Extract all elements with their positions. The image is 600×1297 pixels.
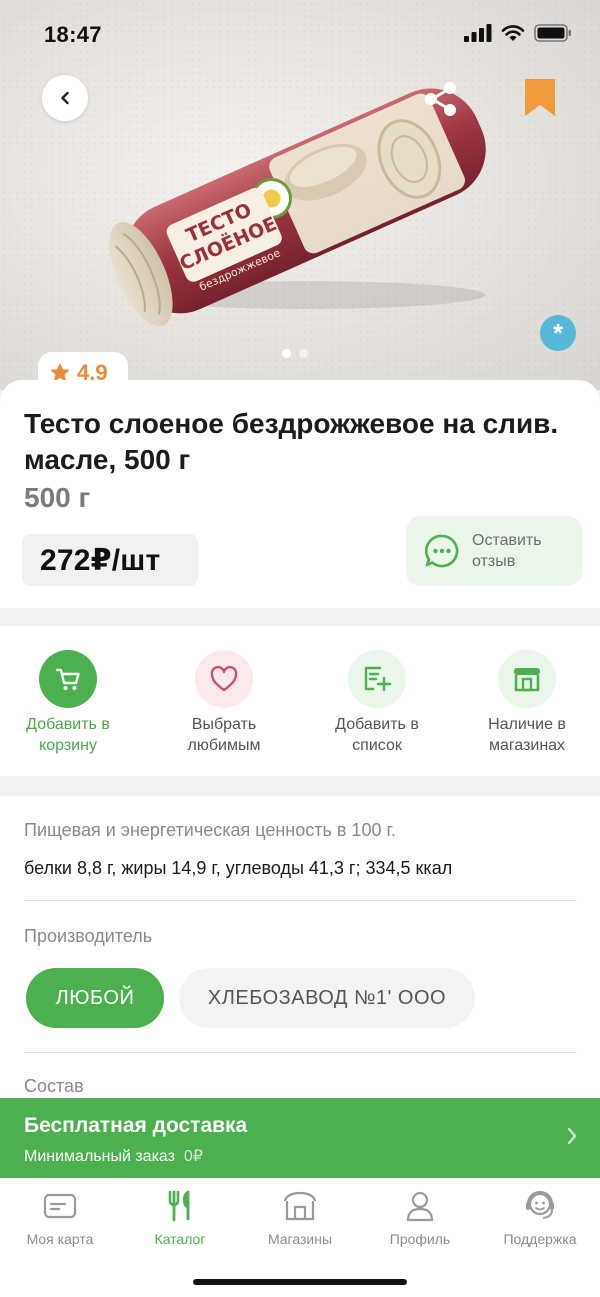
store-availability-label: Наличие в магазинах — [488, 716, 566, 754]
composition-title: Состав — [24, 1076, 84, 1096]
support-icon — [526, 1190, 554, 1219]
profile-icon — [406, 1191, 434, 1222]
manufacturer-chip-any[interactable]: ЛЮБОЙ — [26, 968, 164, 1028]
delivery-min-order-label: Минимальный заказ — [24, 1148, 175, 1165]
add-to-cart-button[interactable]: Добавить в корзину — [3, 650, 133, 756]
product-weight: 500 г — [24, 482, 91, 513]
bookmark-icon — [525, 79, 555, 116]
tab-stores-label: Магазины — [267, 1231, 333, 1247]
back-button[interactable] — [42, 75, 88, 121]
delivery-min-order-amount: 0₽ — [183, 1148, 203, 1165]
gallery-dot — [282, 349, 291, 358]
add-to-list-button[interactable]: Добавить в список — [312, 650, 442, 756]
chevron-left-icon — [61, 91, 69, 105]
divider — [24, 1052, 577, 1053]
battery-icon — [534, 24, 571, 42]
share-icon — [425, 82, 456, 116]
product-actions: Добавить в корзину Выбрать любимым Добав… — [0, 626, 600, 776]
heart-icon — [210, 665, 238, 692]
tab-my-card-label: Моя карта — [26, 1231, 94, 1247]
store-icon-circle — [498, 650, 556, 708]
product-info-card: Тесто слоеное бездрожжевое на слив. масл… — [0, 380, 600, 608]
chevron-right-icon — [567, 1127, 577, 1145]
tab-catalog[interactable]: Каталог — [120, 1188, 240, 1247]
manufacturer-title: Производитель — [24, 926, 153, 946]
tab-support-label: Поддержка — [503, 1231, 577, 1247]
product-image-gallery[interactable]: 18:47 ТЕСТО СЛОЁНОЕ бездрожжевое * — [0, 0, 600, 390]
add-to-cart-label: Добавить в корзину — [26, 716, 110, 754]
list-icon-circle — [348, 650, 406, 708]
divider — [24, 900, 577, 901]
store-icon — [514, 668, 540, 692]
list-add-icon — [364, 666, 392, 692]
share-button[interactable] — [420, 78, 462, 125]
frozen-badge-icon[interactable]: * — [540, 315, 576, 351]
chat-bubble-icon — [424, 534, 459, 568]
tab-profile[interactable]: Профиль — [360, 1188, 480, 1247]
nutrition-title: Пищевая и энергетическая ценность в 100 … — [24, 820, 396, 840]
gallery-pagination — [282, 349, 308, 358]
tab-my-card[interactable]: Моя карта — [0, 1188, 120, 1247]
store-availability-button[interactable]: Наличие в магазинах — [462, 650, 592, 756]
status-icons — [464, 24, 572, 42]
status-time: 18:47 — [44, 22, 102, 47]
wifi-icon — [501, 25, 525, 41]
signal-icon — [464, 24, 492, 42]
favorite-button[interactable]: Выбрать любимым — [159, 650, 289, 756]
favorite-label: Выбрать любимым — [187, 716, 261, 754]
tab-catalog-label: Каталог — [154, 1231, 206, 1247]
manufacturer-chip-hlebozavod[interactable]: ХЛЕБОЗАВОД №1' ООО — [179, 968, 475, 1028]
heart-icon-circle — [195, 650, 253, 708]
cutlery-icon — [168, 1190, 190, 1222]
tab-stores[interactable]: Магазины — [240, 1188, 360, 1247]
product-title: Тесто слоеное бездрожжевое на слив. масл… — [24, 408, 559, 475]
bottom-tab-bar: Моя карта Каталог Магазины Профиль Подде… — [0, 1178, 600, 1297]
store-icon — [283, 1191, 317, 1221]
leave-review-label: Оставить отзыв — [472, 532, 542, 570]
home-indicator — [193, 1279, 407, 1285]
price-box: 272₽/шт — [22, 534, 198, 586]
delivery-subtitle: Минимальный заказ 0₽ — [24, 1146, 203, 1166]
gallery-dot — [299, 349, 308, 358]
status-bar: 18:47 — [0, 0, 600, 70]
nutrition-value: белки 8,8 г, жиры 14,9 г, углеводы 41,3 … — [24, 858, 453, 878]
bookmark-button[interactable] — [524, 78, 556, 123]
product-details: Пищевая и энергетическая ценность в 100 … — [0, 796, 600, 1106]
cart-icon-circle — [39, 650, 97, 708]
delivery-title: Бесплатная доставка — [24, 1114, 248, 1137]
add-to-list-label: Добавить в список — [335, 716, 419, 754]
tab-profile-label: Профиль — [389, 1231, 451, 1247]
free-delivery-banner[interactable]: Бесплатная доставка Минимальный заказ 0₽ — [0, 1098, 600, 1178]
card-icon — [43, 1193, 77, 1219]
tab-support[interactable]: Поддержка — [480, 1188, 600, 1247]
cart-icon — [55, 668, 80, 690]
product-price: 272₽/шт — [40, 543, 161, 577]
leave-review-button[interactable]: Оставить отзыв — [406, 516, 582, 586]
